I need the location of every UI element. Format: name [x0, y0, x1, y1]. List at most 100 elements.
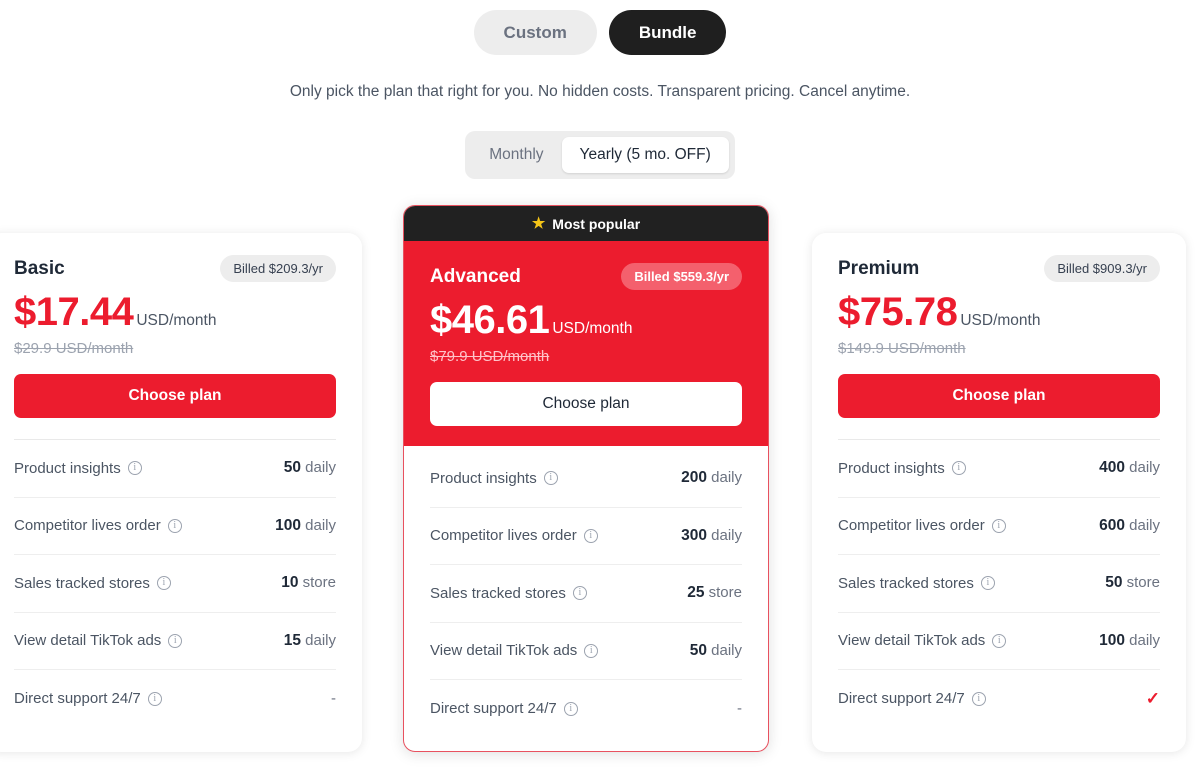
price-row: $46.61 USD/month: [430, 298, 742, 343]
feature-label: Direct support 24/7 i: [838, 690, 986, 707]
feature-name: Sales tracked stores: [838, 574, 974, 592]
plan-title-row: Basic Billed $209.3/yr: [14, 255, 336, 282]
choose-plan-button[interactable]: Choose plan: [14, 374, 336, 418]
feature-value-unit: daily: [711, 641, 742, 659]
plan-name: Advanced: [430, 265, 521, 287]
billing-cycle-switch: Monthly Yearly (5 mo. OFF): [0, 131, 1200, 179]
feature-name: View detail TikTok ads: [838, 632, 986, 650]
pricing-page: Custom Bundle Only pick the plan that ri…: [0, 0, 1200, 774]
feature-value: -: [737, 700, 742, 718]
feature-row: Sales tracked stores i 25 store: [430, 565, 742, 623]
feature-value-number: 100: [1099, 631, 1125, 649]
feature-value: 25 store: [687, 584, 742, 602]
feature-value-unit: daily: [1129, 516, 1160, 534]
billing-cycle-track: Monthly Yearly (5 mo. OFF): [465, 131, 735, 179]
feature-row: Competitor lives order i 100 daily: [14, 498, 336, 555]
feature-list-premium: Product insights i 400 daily Competitor …: [812, 440, 1186, 728]
feature-row: Competitor lives order i 600 daily: [838, 498, 1160, 555]
page-subtitle: Only pick the plan that right for you. N…: [289, 83, 911, 100]
feature-value-number: 600: [1099, 516, 1125, 534]
info-icon[interactable]: i: [971, 691, 986, 706]
info-icon[interactable]: i: [572, 586, 587, 601]
feature-label: Product insights i: [14, 460, 142, 477]
feature-value: 200 daily: [681, 469, 742, 487]
cycle-tab-yearly[interactable]: Yearly (5 mo. OFF): [561, 137, 729, 173]
info-icon[interactable]: i: [147, 691, 162, 706]
info-icon[interactable]: i: [951, 461, 966, 476]
feature-value-unit: daily: [305, 516, 336, 534]
feature-value: -: [331, 690, 336, 708]
cycle-tab-monthly[interactable]: Monthly: [471, 137, 561, 173]
feature-name: Product insights: [838, 459, 945, 477]
feature-value-number: 200: [681, 469, 707, 487]
feature-name: Product insights: [430, 469, 537, 487]
info-icon[interactable]: i: [980, 576, 995, 591]
feature-value-unit: store: [1126, 574, 1160, 592]
plan-card-advanced: ★ Most popular Advanced Billed $559.3/yr…: [403, 205, 769, 752]
info-icon[interactable]: i: [156, 576, 171, 591]
plan-header-advanced: Advanced Billed $559.3/yr $46.61 USD/mon…: [404, 241, 768, 446]
feature-value: 400 daily: [1099, 459, 1160, 477]
mode-tab-bundle[interactable]: Bundle: [608, 10, 727, 55]
most-popular-badge: ★ Most popular: [404, 206, 768, 241]
info-icon[interactable]: i: [543, 471, 558, 486]
price-amount: $17.44: [14, 290, 134, 334]
feature-label: Sales tracked stores i: [430, 585, 587, 602]
plan-name: Premium: [838, 257, 920, 279]
feature-row: Product insights i 200 daily: [430, 450, 742, 508]
feature-value-number: 50: [1105, 574, 1123, 592]
feature-name: Sales tracked stores: [430, 584, 566, 602]
price-unit: USD/month: [960, 312, 1041, 329]
info-icon[interactable]: i: [127, 461, 142, 476]
feature-label: Sales tracked stores i: [14, 575, 171, 592]
info-icon[interactable]: i: [584, 643, 599, 658]
plan-header-basic: Basic Billed $209.3/yr $17.44 USD/month …: [0, 233, 362, 440]
plan-title-row: Premium Billed $909.3/yr: [838, 255, 1160, 282]
feature-value: 300 daily: [681, 527, 742, 545]
info-icon[interactable]: i: [167, 518, 182, 533]
feature-row: Direct support 24/7 i -: [430, 680, 742, 738]
choose-plan-button[interactable]: Choose plan: [838, 374, 1160, 418]
feature-list-advanced: Product insights i 200 daily Competitor …: [404, 446, 768, 738]
feature-label: Competitor lives order i: [430, 527, 598, 544]
feature-name: View detail TikTok ads: [14, 632, 162, 650]
feature-label: Product insights i: [430, 470, 558, 487]
feature-name: Direct support 24/7: [430, 700, 557, 718]
feature-row: Product insights i 400 daily: [838, 440, 1160, 498]
plan-name: Basic: [14, 257, 65, 279]
price-unit: USD/month: [136, 312, 217, 329]
info-icon[interactable]: i: [992, 633, 1007, 648]
feature-value-number: 50: [283, 459, 301, 477]
feature-value-number: 25: [687, 584, 705, 602]
billed-badge: Billed $209.3/yr: [220, 255, 336, 282]
feature-label: View detail TikTok ads i: [838, 632, 1007, 650]
old-price: $149.9 USD/month: [838, 340, 966, 357]
feature-value-unit: daily: [1129, 459, 1160, 477]
plan-title-row: Advanced Billed $559.3/yr: [430, 263, 742, 290]
info-icon[interactable]: i: [563, 701, 578, 716]
price-row: $75.78 USD/month: [838, 290, 1160, 335]
feature-name: Competitor lives order: [14, 517, 161, 535]
info-icon[interactable]: i: [991, 518, 1006, 533]
mode-tab-custom[interactable]: Custom: [473, 10, 597, 55]
feature-value: 600 daily: [1099, 517, 1160, 535]
feature-name: Product insights: [14, 459, 121, 477]
info-icon[interactable]: i: [583, 528, 598, 543]
feature-label: Sales tracked stores i: [838, 575, 995, 592]
feature-value-number: 100: [275, 516, 301, 534]
feature-value-unit: daily: [711, 469, 742, 487]
plan-mode-switch: Custom Bundle: [0, 10, 1200, 55]
feature-label: Competitor lives order i: [838, 517, 1006, 534]
feature-name: Direct support 24/7: [14, 690, 141, 708]
header-divider: [838, 439, 1160, 440]
feature-value-number: 400: [1099, 459, 1125, 477]
feature-value: 50 daily: [284, 459, 336, 477]
info-icon[interactable]: i: [168, 633, 183, 648]
feature-label: View detail TikTok ads i: [430, 642, 599, 659]
choose-plan-button[interactable]: Choose plan: [430, 382, 742, 426]
feature-label: Product insights i: [838, 460, 966, 477]
feature-value: 15 daily: [284, 632, 336, 650]
feature-value: 10 store: [281, 574, 336, 592]
old-price: $29.9 USD/month: [14, 340, 134, 357]
feature-value-number: 300: [681, 526, 707, 544]
